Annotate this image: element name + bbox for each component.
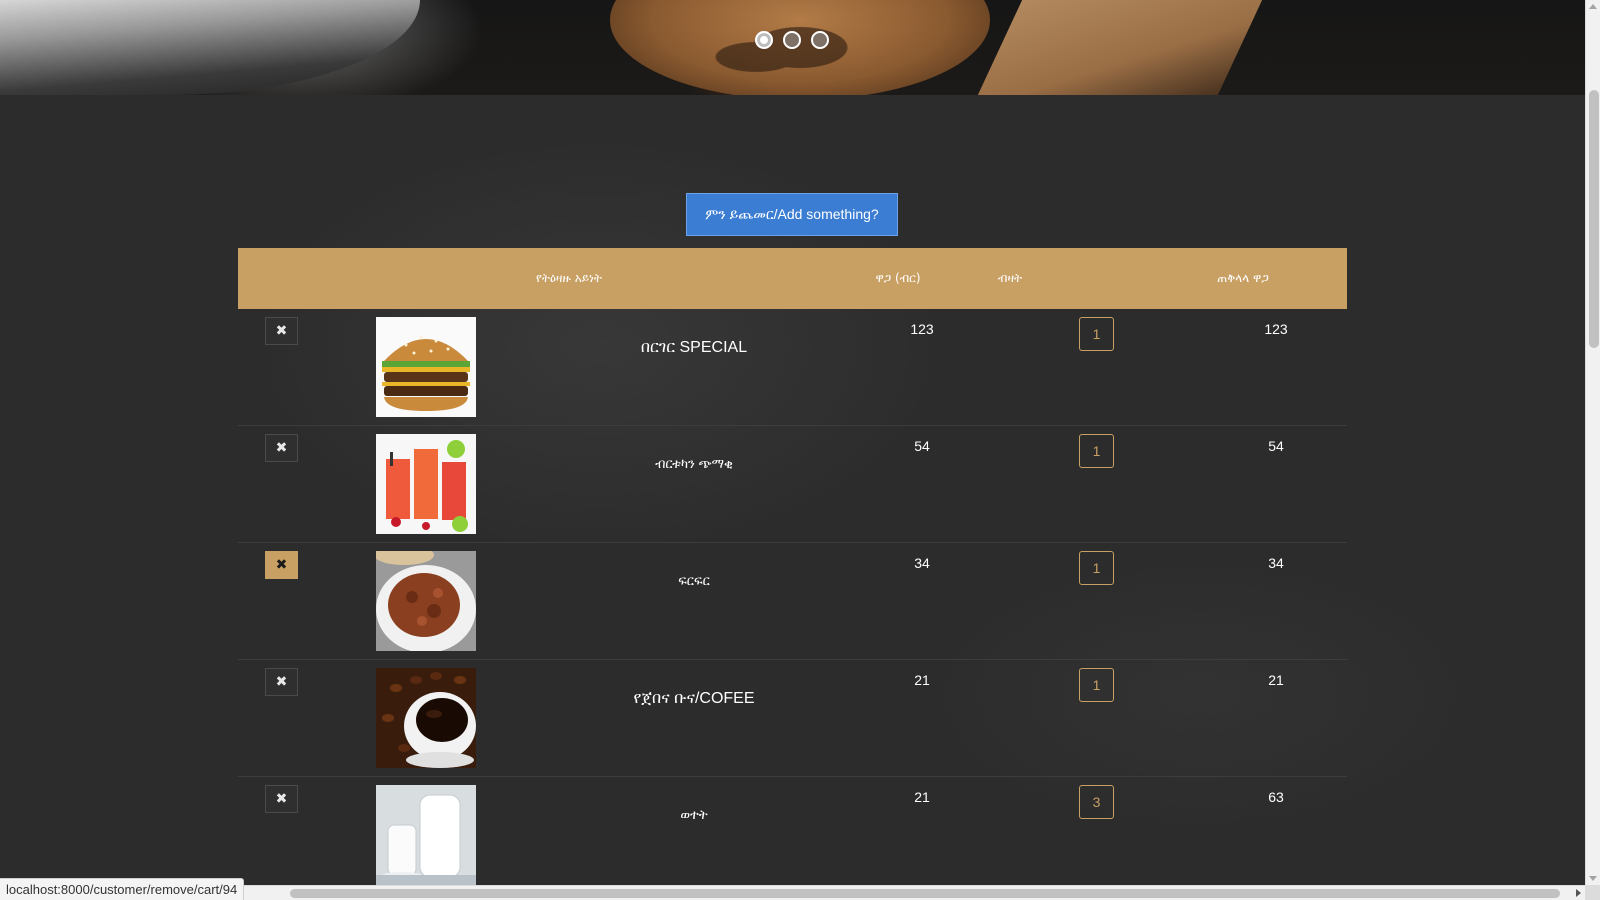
close-icon: ✖ [275,674,288,690]
quantity-input[interactable]: 1 [1079,551,1114,585]
carousel-dot-2[interactable] [783,31,801,49]
scroll-up-icon[interactable] [1589,4,1597,9]
scroll-right-icon[interactable] [1576,889,1581,897]
hero-wood-image [977,0,1263,95]
close-icon: ✖ [275,557,288,573]
remove-item-button[interactable]: ✖ [265,434,298,462]
quantity-input[interactable]: 1 [1079,434,1114,468]
header-total: ጠቅላላ ዋጋ [1217,271,1269,285]
table-row: ✖ በርገር SPECIAL 123 1 123 [238,309,1347,426]
close-icon: ✖ [275,440,288,456]
remove-item-button[interactable]: ✖ [265,668,298,696]
add-something-button[interactable]: ምን ይጨመር/Add something? [686,193,898,236]
table-row: ✖ የጀበና ቡና/COFEE 21 1 21 [238,660,1347,777]
vertical-scroll-thumb[interactable] [1589,90,1599,348]
item-name: የጀበና ቡና/COFEE [633,690,755,707]
carousel-indicators [755,31,829,49]
carousel-dot-3[interactable] [811,31,829,49]
remove-item-button[interactable]: ✖ [265,551,298,579]
horizontal-scroll-thumb[interactable] [290,889,1560,898]
item-price: 123 [910,321,934,337]
vertical-scrollbar[interactable] [1585,0,1600,885]
hero-cloth-image [0,0,420,95]
item-name: ፍርፍር [678,573,710,588]
item-price: 21 [914,672,930,688]
item-price: 54 [914,438,930,454]
item-price: 34 [914,555,930,571]
quantity-input[interactable]: 1 [1079,668,1114,702]
item-name: በርገር SPECIAL [640,339,748,356]
carousel-dot-1[interactable] [755,31,773,49]
cart-table: የትዕዛዙ አይነት ዋጋ (ብር) ብዛት ጠቅላላ ዋጋ ✖ በርገር SP… [238,248,1347,894]
item-total: 54 [1268,438,1284,454]
remove-item-button[interactable]: ✖ [265,785,298,813]
firfir-image [376,551,476,651]
header-price: ዋጋ (ብር) [875,271,921,285]
table-row: ✖ ወተት 21 3 63 [238,777,1347,894]
table-header: የትዕዛዙ አይነት ዋጋ (ብር) ብዛት ጠቅላላ ዋጋ [238,248,1347,309]
header-item-type: የትዕዛዙ አይነት [536,271,602,285]
burger-image [376,317,476,417]
close-icon: ✖ [275,323,288,339]
scroll-down-icon[interactable] [1589,876,1597,881]
table-row: ✖ ፍርፍር 34 1 34 [238,543,1347,660]
scrollbar-corner [1585,885,1600,900]
quantity-input[interactable]: 3 [1079,785,1114,819]
item-total: 34 [1268,555,1284,571]
item-price: 21 [914,789,930,805]
juice-image [376,434,476,534]
item-name: ብርቱካን ጭማቂ [655,456,733,471]
milk-image [376,785,476,885]
status-bar-url: localhost:8000/customer/remove/cart/94 [0,878,245,900]
item-total: 63 [1268,789,1284,805]
coffee-image [376,668,476,768]
table-row: ✖ ብርቱካን ጭማቂ 54 1 54 [238,426,1347,543]
item-name: ወተት [680,807,708,822]
close-icon: ✖ [275,791,288,807]
item-total: 21 [1268,672,1284,688]
header-quantity: ብዛት [997,271,1023,285]
hero-carousel [0,0,1585,95]
item-total: 123 [1264,321,1288,337]
quantity-input[interactable]: 1 [1079,317,1114,351]
remove-item-button[interactable]: ✖ [265,317,298,345]
